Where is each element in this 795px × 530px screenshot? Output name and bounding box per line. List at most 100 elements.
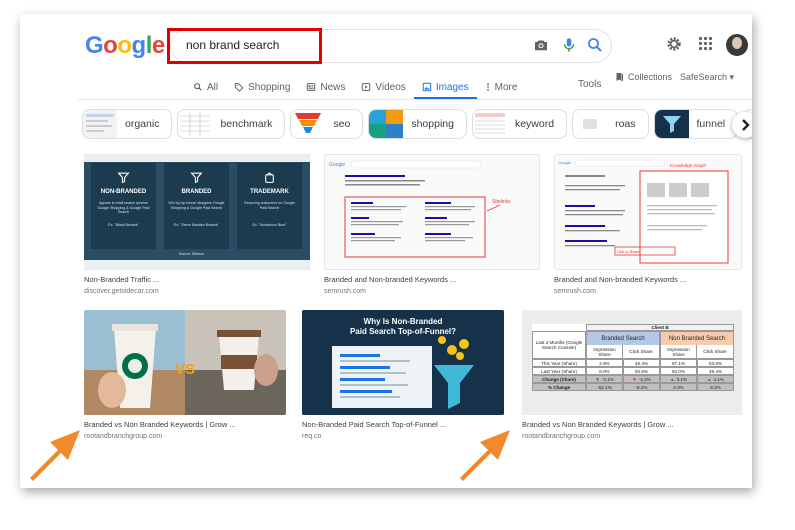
chip-organic[interactable]: organic [82, 109, 173, 139]
chip-thumbnail [369, 110, 404, 138]
orange-arrow-icon [30, 430, 80, 481]
table-row-label: Change (Share) [532, 375, 586, 383]
tab-images[interactable]: Images [413, 77, 477, 99]
arrow-down-icon: ▼ [595, 376, 600, 382]
image-result[interactable]: Google Knowledge Graph Link to Brand Bra… [554, 154, 742, 295]
chip-shopping[interactable]: shopping [368, 109, 467, 139]
google-logo[interactable]: Google [85, 32, 165, 60]
result-thumbnail[interactable]: NON-BRANDED Appear in retail search quer… [84, 154, 310, 270]
result-source[interactable]: rootandbranchgroup.com [84, 433, 286, 440]
table-subhead: Impression Share [661, 345, 698, 358]
filter-icon [190, 172, 203, 184]
search-icon[interactable] [586, 36, 604, 54]
gear-icon[interactable] [666, 36, 682, 52]
filter-icon [117, 172, 130, 184]
table-row: % Change -52.1% -8.2% 3.3% 8.3% [532, 383, 734, 391]
result-thumbnail[interactable]: Why Is Non-Branded Paid Search Top-of-Fu… [302, 310, 504, 415]
tab-shopping[interactable]: Shopping [226, 77, 298, 97]
result-title[interactable]: Non-Branded Traffic ... [84, 275, 310, 284]
chip-thumbnail [83, 110, 117, 138]
result-thumbnail[interactable]: Google Knowledge Graph Link to Brand [554, 154, 742, 270]
chip-label: organic [125, 118, 160, 130]
card-example: Ex. "Black Booties" [108, 223, 139, 227]
result-source[interactable]: semrush.com [324, 288, 540, 295]
image-result[interactable]: VS Branded vs Non Branded Keywords | Gro… [84, 310, 286, 440]
result-source[interactable]: semrush.com [554, 288, 742, 295]
result-title[interactable]: Branded vs Non Branded Keywords | Grow .… [522, 420, 742, 429]
collections-link[interactable]: Collections [615, 72, 672, 82]
vs-label: VS [175, 361, 195, 378]
bookmark-icon [616, 73, 623, 81]
tab-more[interactable]: More [477, 77, 526, 97]
image-result[interactable]: NON-BRANDED Appear in retail search quer… [84, 154, 310, 295]
apps-grid-icon[interactable] [698, 36, 713, 51]
chip-label: keyword [514, 118, 555, 130]
result-thumbnail[interactable]: Client B Last 3 Months (Google Search Co… [522, 310, 742, 415]
chip-label: roas [615, 118, 636, 130]
table-group-non-branded: Non Branded Search [661, 332, 733, 345]
image-source-note: Source: Sidecar [179, 252, 204, 256]
camera-icon[interactable] [532, 36, 550, 54]
svg-text:Google: Google [558, 160, 572, 165]
arrow-up-icon: ▲ [669, 376, 675, 382]
table-corner: Last 3 Months (Google Search Console) [532, 331, 586, 359]
result-source[interactable]: rootandbranchgroup.com [522, 433, 742, 440]
microphone-icon[interactable] [560, 36, 578, 54]
card-heading: BRANDED [181, 189, 212, 195]
news-icon [307, 83, 316, 91]
chip-funnel[interactable]: funnel [653, 109, 739, 139]
tab-all[interactable]: All [185, 77, 226, 97]
result-thumbnail[interactable]: Google Sitelinks [324, 154, 540, 270]
image-result[interactable]: Client B Last 3 Months (Google Search Co… [522, 310, 742, 440]
chip-thumbnail [291, 110, 326, 138]
result-title[interactable]: Branded and Non-branded Keywords ... [554, 275, 742, 284]
table-cell: 2.9% [586, 359, 623, 367]
card-body: Win by top funnel shoppers Google Shoppi… [168, 201, 225, 210]
table-cell: 53.6% [697, 359, 734, 367]
chip-label: funnel [696, 118, 726, 130]
table-cell: ▲ 3.1% [660, 375, 697, 383]
chips-next-button[interactable] [732, 112, 752, 138]
table-cell-value: 50.6% [634, 368, 649, 374]
data-table: Client B Last 3 Months (Google Search Co… [532, 324, 734, 391]
table-row: Last Year (Share) 6.0% 50.6% 94.0% 49.4% [532, 367, 734, 375]
result-title[interactable]: Branded and Non-branded Keywords ... [324, 275, 540, 284]
image-result[interactable]: Why Is Non-Branded Paid Search Top-of-Fu… [302, 310, 504, 440]
refinement-chips: organic benchmark seo shopping keyword r… [82, 109, 752, 141]
table-row: Change (Share) ▼ -3.1% ▼ -4.1% ▲ 3.1% ▲ 4.1% [532, 375, 734, 383]
avatar[interactable] [726, 34, 748, 56]
search-input[interactable]: non brand search [186, 38, 279, 52]
tools-button[interactable]: Tools [578, 79, 601, 90]
table-group-branded: Branded Search [587, 332, 659, 345]
tab-videos[interactable]: Videos [353, 77, 413, 97]
table-cell-value: 3.3% [673, 384, 684, 390]
tab-news[interactable]: News [298, 77, 353, 97]
chip-thumbnail [178, 110, 213, 138]
browser-frame: Google non brand search All Shopping New… [20, 14, 752, 488]
svg-text:Paid Search Top-of-Funnel?: Paid Search Top-of-Funnel? [350, 327, 456, 336]
tab-label: Videos [375, 81, 406, 93]
table-cell: 8.3% [697, 383, 734, 391]
result-thumbnail[interactable]: VS [84, 310, 286, 415]
chip-seo[interactable]: seo [290, 109, 364, 139]
orange-arrow-icon [460, 430, 510, 481]
table-cell-value: 2.9% [599, 360, 610, 366]
card-example: Ex. "Nordstrom Boot" [252, 223, 287, 227]
tab-label: More [494, 81, 518, 93]
table-row-label: % Change [532, 383, 586, 391]
card-example: Ex. "Steve Madden Booties" [174, 223, 219, 227]
table-cell: 50.6% [623, 367, 660, 375]
chip-benchmark[interactable]: benchmark [177, 109, 286, 139]
chip-keyword[interactable]: keyword [471, 109, 568, 139]
chevron-right-icon [742, 119, 750, 131]
safesearch-menu[interactable]: SafeSearch ▾ [680, 72, 734, 83]
annotation-label: Sitelinks [492, 199, 511, 205]
table-row-label: This Year (Share) [532, 359, 586, 367]
result-source[interactable]: discover.getsidecar.com [84, 288, 310, 295]
svg-text:Why Is Non-Branded: Why Is Non-Branded [364, 317, 443, 326]
table-cell-value: -52.1% [597, 384, 612, 390]
chip-roas[interactable]: roas [572, 109, 649, 139]
arrow-down-icon: ▼ [632, 376, 637, 382]
image-result[interactable]: Google Sitelinks Branded and Non-branded… [324, 154, 540, 295]
result-title[interactable]: Branded vs Non Branded Keywords | Grow .… [84, 420, 286, 429]
